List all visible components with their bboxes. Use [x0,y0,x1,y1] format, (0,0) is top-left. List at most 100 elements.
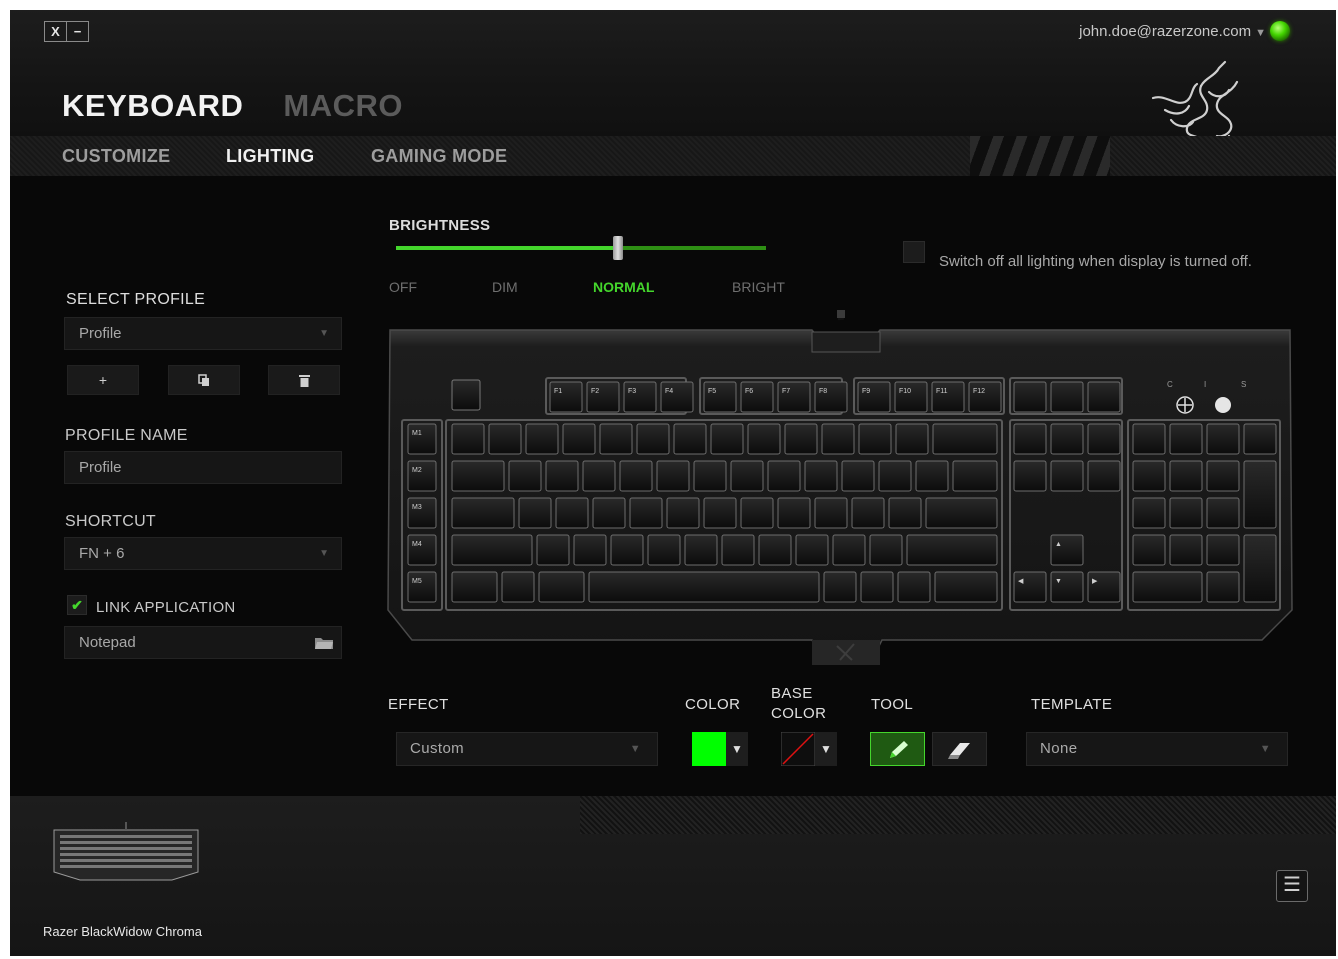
brightness-slider-track[interactable] [396,246,766,250]
keyboard-key[interactable] [767,460,801,492]
keyboard-key[interactable] [925,497,998,529]
keyboard-key[interactable] [488,423,522,455]
keyboard-key[interactable] [730,460,764,492]
menu-icon[interactable]: ☰ [1276,870,1308,902]
keyboard-key[interactable] [1243,534,1277,603]
keyboard-key[interactable] [647,534,681,566]
keyboard-key[interactable] [860,571,894,603]
keyboard-key[interactable] [1132,571,1203,603]
keyboard-key[interactable] [814,497,848,529]
keyboard-key[interactable] [536,534,570,566]
keyboard-key[interactable] [610,534,644,566]
keyboard-key[interactable] [804,460,838,492]
keyboard-key[interactable] [407,534,437,566]
brightness-slider-handle[interactable] [613,236,623,260]
template-select[interactable]: None ▼ [1026,732,1288,766]
keyboard-key[interactable] [1087,571,1121,603]
brightness-level-bright[interactable]: BRIGHT [732,279,785,295]
keyboard-key[interactable] [1169,534,1203,566]
keyboard-key[interactable] [710,423,744,455]
keyboard-key[interactable] [619,460,653,492]
keyboard-key[interactable] [673,423,707,455]
keyboard-key[interactable] [931,381,965,413]
brightness-level-normal[interactable]: NORMAL [593,279,654,295]
keyboard-key[interactable] [1013,460,1047,492]
tab-customize[interactable]: CUSTOMIZE [62,146,170,167]
base-color-dropdown-button[interactable]: ▼ [815,732,837,766]
keyboard-key[interactable] [934,571,998,603]
keyboard-key[interactable] [932,423,998,455]
keyboard-key[interactable] [1206,460,1240,492]
keyboard-key[interactable] [869,534,903,566]
keyboard-key[interactable] [1087,423,1121,455]
eraser-tool-button[interactable] [932,732,987,766]
keyboard-key[interactable] [636,423,670,455]
keyboard-key[interactable] [888,497,922,529]
keyboard-key[interactable] [508,460,542,492]
user-email[interactable]: john.doe@razerzone.com [1079,23,1251,40]
application-input[interactable]: Notepad [64,626,342,659]
keyboard-key[interactable] [1013,423,1047,455]
keyboard-key[interactable] [897,571,931,603]
keyboard-key[interactable] [451,497,515,529]
keyboard-key[interactable] [684,534,718,566]
keyboard-key[interactable] [562,423,596,455]
effect-select[interactable]: Custom ▼ [396,732,658,766]
keyboard-key[interactable] [1206,534,1240,566]
keyboard-key[interactable] [1243,423,1277,455]
keyboard-key[interactable] [582,460,616,492]
keyboard-key[interactable] [549,381,583,413]
brightness-level-off[interactable]: OFF [389,279,417,295]
display-off-checkbox[interactable] [903,241,925,263]
keyboard-key[interactable] [1169,423,1203,455]
keyboard-key[interactable] [656,460,690,492]
keyboard-key[interactable] [1169,460,1203,492]
keyboard-key[interactable] [721,534,755,566]
keyboard-key[interactable] [407,423,437,455]
color-swatch[interactable] [692,732,726,766]
keyboard-key[interactable] [777,497,811,529]
keyboard-key[interactable] [703,381,737,413]
duplicate-profile-button[interactable] [168,365,240,395]
keyboard-key[interactable] [857,381,891,413]
keyboard-key[interactable] [1087,460,1121,492]
keyboard-key[interactable] [814,381,848,413]
profile-select[interactable]: Profile ▼ [64,317,342,350]
user-account[interactable]: john.doe@razerzone.com ▼ [1079,23,1266,40]
keyboard-key[interactable] [451,423,485,455]
keyboard-key[interactable] [758,534,792,566]
keyboard-key[interactable] [623,381,657,413]
keyboard-key[interactable] [1013,381,1047,413]
keyboard-key[interactable] [784,423,818,455]
keyboard-key[interactable] [660,381,694,413]
keyboard-key[interactable] [894,381,928,413]
keyboard-key[interactable] [599,423,633,455]
shortcut-select[interactable]: FN + 6 ▼ [64,537,342,570]
keyboard-key[interactable] [747,423,781,455]
keyboard-key[interactable] [906,534,998,566]
keyboard-key[interactable] [878,460,912,492]
keyboard-key[interactable] [1132,497,1166,529]
keyboard-illustration[interactable]: F1 F2 F3 F4 F5 F6 F7 F8 F9 F10 F11 F12 M1 M2 M3 M4 M5 ▲ ◀ ▼… [382,310,1296,668]
keyboard-key[interactable] [1132,534,1166,566]
keyboard-key[interactable] [1132,460,1166,492]
keyboard-key[interactable] [821,423,855,455]
keyboard-key[interactable] [1132,423,1166,455]
keyboard-key[interactable] [823,571,857,603]
keyboard-key[interactable] [629,497,663,529]
keyboard-key[interactable] [703,497,737,529]
keyboard-key[interactable] [451,534,533,566]
keyboard-key[interactable] [895,423,929,455]
brightness-level-dim[interactable]: DIM [492,279,518,295]
keyboard-key[interactable] [586,381,620,413]
close-button[interactable]: X [45,22,66,41]
keyboard-key[interactable] [851,497,885,529]
keyboard-key[interactable] [592,497,626,529]
tab-gaming-mode[interactable]: GAMING MODE [371,146,507,167]
keyboard-key[interactable] [666,497,700,529]
keyboard-key[interactable] [740,381,774,413]
mute-button-icon[interactable] [1215,397,1231,413]
keyboard-key[interactable] [588,571,820,603]
keyboard-key[interactable] [740,497,774,529]
keyboard-key[interactable] [1050,381,1084,413]
